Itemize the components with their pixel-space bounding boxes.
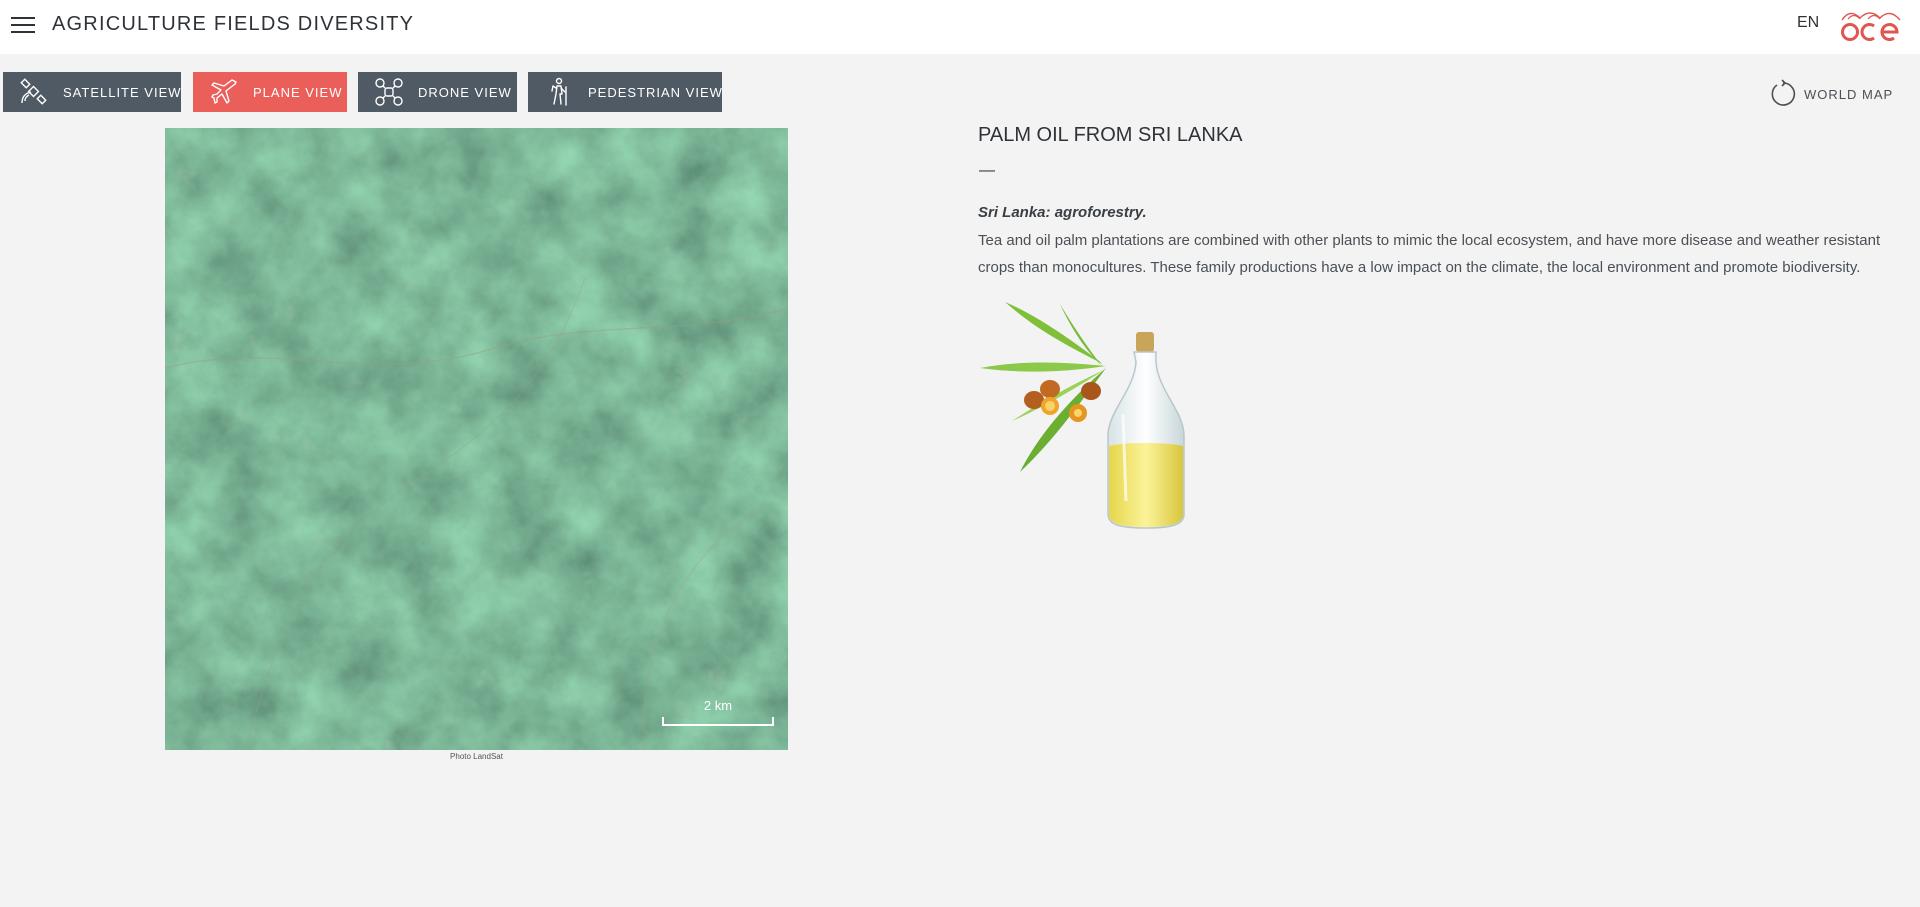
world-map-label: WORLD MAP [1804,86,1894,102]
tab-label: PLANE VIEW [253,84,343,100]
title-dash: — [979,162,995,179]
tab-label: SATELLITE VIEW [63,84,182,100]
tab-label: PEDESTRIAN VIEW [588,84,723,100]
photo-caption: Photo LandSat [450,752,503,761]
satellite-photo: 2 km [165,128,788,750]
palm-oil-illustration [980,302,1185,529]
drone-icon [375,78,403,106]
article-body: Tea and oil palm plantations are combine… [978,232,1881,276]
language-selector[interactable]: EN [1797,14,1819,32]
tab-plane-view[interactable]: PLANE VIEW [193,72,347,112]
hamburger-menu-icon[interactable] [10,14,36,36]
tab-label: DRONE VIEW [418,84,512,100]
scale-bar: 2 km [662,698,774,726]
world-map-button[interactable]: WORLD MAP [1768,79,1894,108]
tab-pedestrian-view[interactable]: PEDESTRIAN VIEW [528,72,722,112]
top-bar: AGRICULTURE FIELDS DIVERSITY EN [0,0,1920,54]
tab-drone-view[interactable]: DRONE VIEW [358,72,517,112]
app-title: AGRICULTURE FIELDS DIVERSITY [52,13,415,35]
plane-icon [211,79,237,104]
satellite-terrain-image [165,128,788,750]
article-title: PALM OIL FROM SRI LANKA [978,124,1243,146]
oil-bottle-icon [1107,332,1185,529]
hiker-icon [551,77,567,106]
tab-satellite-view[interactable]: SATELLITE VIEW [3,72,181,112]
satellite-icon [20,78,47,105]
article-subtitle: Sri Lanka: agroforestry. [978,204,1147,221]
oce-logo-icon[interactable] [1838,6,1902,44]
scale-label: 2 km [703,698,733,713]
refresh-icon [1771,79,1796,106]
